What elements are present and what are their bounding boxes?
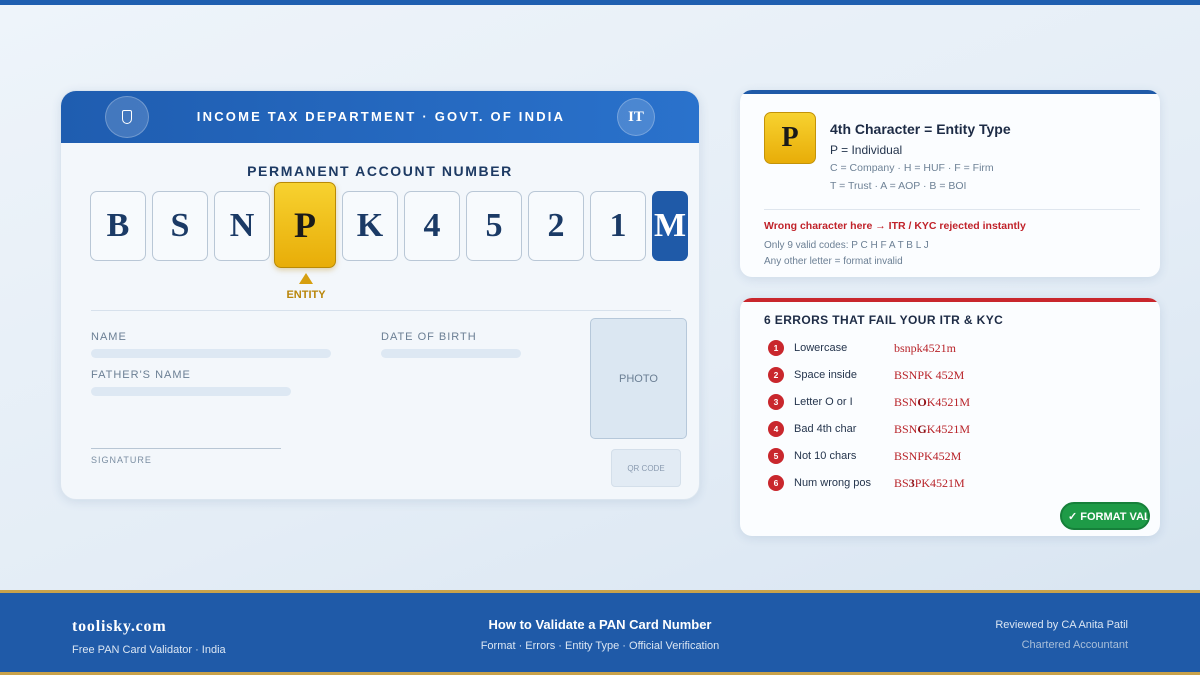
entity-warning: Wrong character here → ITR / KYC rejecte… (764, 220, 1026, 232)
reviewer-name: Reviewed by CA Anita Patil (995, 619, 1128, 631)
errors-panel: 6 ERRORS THAT FAIL YOUR ITR & KYC 1 Lowe… (740, 298, 1160, 536)
father-name-label: FATHER'S NAME (91, 369, 191, 381)
entity-codes-line-1: C = Company · H = HUF · F = Firm (830, 162, 994, 174)
pan-char-10-check: M (652, 191, 688, 261)
entity-note-valid-codes: Only 9 valid codes: P C H F A T B L J (764, 240, 929, 251)
error-number-badge: 2 (768, 367, 784, 383)
error-example: BSNPK452M (894, 449, 962, 463)
name-placeholder-bar (91, 349, 331, 358)
error-number-badge: 1 (768, 340, 784, 356)
signature-label: SIGNATURE (91, 455, 152, 465)
error-row: 4 Bad 4th char BSNGK4521M (768, 420, 1138, 438)
format-valid-badge: ✓ FORMAT VALID (1060, 502, 1150, 530)
pan-char-8: 2 (528, 191, 584, 261)
pan-char-3: N (214, 191, 270, 261)
dob-label: DATE OF BIRTH (381, 331, 477, 343)
entity-type-panel: P 4th Character = Entity Type P = Indivi… (740, 90, 1160, 277)
error-label: Bad 4th char (794, 423, 857, 435)
error-label: Letter O or I (794, 396, 853, 408)
entity-tag: ENTITY (286, 289, 326, 301)
photo-label: PHOTO (619, 372, 658, 385)
entity-letter-tile: P (764, 112, 816, 164)
error-row: 1 Lowercase bsnpk4521m (768, 339, 1138, 357)
pan-char-4-entity: P (274, 182, 336, 268)
reviewer-role: Chartered Accountant (1021, 639, 1128, 651)
footer: toolisky.com Free PAN Card Validator · I… (0, 590, 1200, 675)
entity-code-individual: P = Individual (830, 143, 903, 157)
dob-placeholder-bar (381, 349, 521, 358)
entity-note-invalid: Any other letter = format invalid (764, 256, 903, 267)
error-number-badge: 3 (768, 394, 784, 410)
errors-panel-title: 6 ERRORS THAT FAIL YOUR ITR & KYC (764, 313, 1004, 327)
pan-char-1: B (90, 191, 146, 261)
signature-line (91, 448, 281, 449)
pan-card: INCOME TAX DEPARTMENT · GOVT. OF INDIA I… (60, 90, 700, 500)
card-header: INCOME TAX DEPARTMENT · GOVT. OF INDIA I… (61, 91, 699, 143)
error-label: Lowercase (794, 342, 848, 354)
entity-panel-title: 4th Character = Entity Type (830, 121, 1011, 137)
error-example: bsnpk4521m (894, 341, 957, 355)
error-row: 2 Space inside BSNPK 452M (768, 366, 1138, 384)
name-label: NAME (91, 331, 127, 343)
error-example: BSNPK 452M (894, 368, 965, 382)
error-row: 3 Letter O or I BSNOK4521M (768, 393, 1138, 411)
error-number-badge: 4 (768, 421, 784, 437)
error-label: Space inside (794, 369, 857, 381)
father-name-placeholder-bar (91, 387, 291, 396)
card-divider (91, 310, 671, 311)
pan-char-9: 1 (590, 191, 646, 261)
qr-code-placeholder: QR CODE (611, 449, 681, 487)
photo-placeholder: PHOTO (590, 318, 687, 439)
errors-panel-accent (740, 298, 1160, 302)
entity-codes-line-2: T = Trust · A = AOP · B = BOI (830, 180, 967, 192)
error-example: BSNGK4521M (894, 422, 971, 436)
error-row: 5 Not 10 chars BSNPK452M (768, 447, 1138, 465)
pan-label: PERMANENT ACCOUNT NUMBER (247, 163, 513, 179)
entity-arrow-icon (299, 273, 313, 284)
it-badge: IT (617, 98, 655, 136)
card-header-title: INCOME TAX DEPARTMENT · GOVT. OF INDIA (196, 109, 566, 124)
top-stripe (0, 0, 1200, 5)
qr-label: QR CODE (627, 463, 665, 473)
error-example: BS3PK4521M (894, 476, 965, 490)
pan-char-7: 5 (466, 191, 522, 261)
entity-panel-accent (740, 90, 1160, 94)
pan-char-5: K (342, 191, 398, 261)
error-number-badge: 6 (768, 475, 784, 491)
error-label: Num wrong pos (794, 477, 872, 489)
entity-panel-divider (764, 209, 1140, 210)
error-number-badge: 5 (768, 448, 784, 464)
error-label: Not 10 chars (794, 450, 857, 462)
error-row: 6 Num wrong pos BS3PK4521M (768, 474, 1138, 492)
footer-subtitle: Format · Errors · Entity Type · Official… (480, 640, 720, 652)
pan-char-6: 4 (404, 191, 460, 261)
pan-char-2: S (152, 191, 208, 261)
error-example: BSNOK4521M (894, 395, 971, 409)
